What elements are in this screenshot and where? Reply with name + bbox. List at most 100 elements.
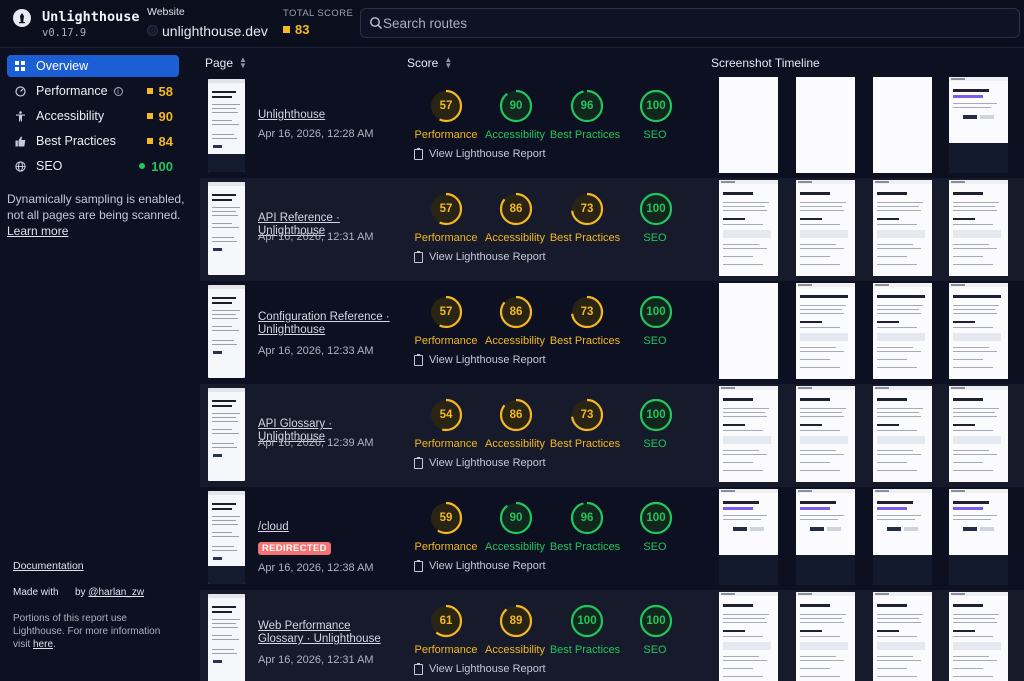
table-row[interactable]: Web Performance Glossary · Unlighthouse A… (200, 590, 1024, 681)
performance-score-gauge: 57 (429, 89, 463, 123)
scan-timestamp: Apr 16, 2026, 12:28 AM (258, 128, 374, 140)
sort-icon[interactable]: ▲ ▼ (239, 56, 247, 70)
view-lighthouse-report-link[interactable]: View Lighthouse Report (414, 662, 546, 675)
timeline-screenshot[interactable] (949, 77, 1008, 173)
help-icon[interactable]: i (113, 86, 123, 96)
route-title-link[interactable]: /cloud (258, 521, 393, 534)
timeline-screenshot[interactable] (796, 283, 855, 379)
score-value: 100 (646, 615, 666, 627)
page-thumbnail[interactable] (208, 182, 245, 275)
timeline-screenshot[interactable] (949, 180, 1008, 276)
accessibility-score-gauge: 90 (499, 501, 533, 535)
table-row[interactable]: API Reference · Unlighthouse Apr 16, 2026… (200, 178, 1024, 281)
sidebar-item-label: Accessibility (36, 109, 105, 123)
route-title-link[interactable]: Web Performance Glossary · Unlighthouse (258, 620, 393, 646)
score-value: 86 (509, 203, 523, 215)
learn-more-link[interactable]: Learn more (7, 224, 68, 238)
timeline-screenshot[interactable] (719, 77, 778, 173)
report-link-label: View Lighthouse Report (429, 457, 546, 469)
search-box[interactable] (360, 8, 1020, 38)
score-value: 73 (580, 409, 594, 421)
table-row[interactable]: API Glossary · Unlighthouse Apr 16, 2026,… (200, 384, 1024, 487)
report-link-label: View Lighthouse Report (429, 560, 546, 572)
timeline-screenshot[interactable] (949, 592, 1008, 681)
gauge-icon (15, 85, 29, 97)
portions-notice: Portions of this report use Lighthouse. … (13, 612, 173, 651)
timeline-screenshot[interactable] (796, 592, 855, 681)
route-title-link[interactable]: Configuration Reference · Unlighthouse (258, 311, 393, 337)
search-input[interactable] (383, 9, 1003, 37)
timeline-screenshot[interactable] (873, 592, 932, 681)
view-lighthouse-report-link[interactable]: View Lighthouse Report (414, 250, 546, 263)
timeline-screenshot[interactable] (873, 180, 932, 276)
performance-score-gauge: 57 (429, 192, 463, 226)
sampling-notice-text: Dynamically sampling is enabled, not all… (7, 192, 185, 222)
total-score-indicator (283, 26, 290, 33)
timeline-screenshot[interactable] (949, 283, 1008, 379)
sampling-notice: Dynamically sampling is enabled, not all… (7, 191, 187, 239)
timeline-screenshot[interactable] (719, 592, 778, 681)
timeline-screenshot[interactable] (949, 386, 1008, 482)
score-value: 100 (646, 512, 666, 524)
clipboard-icon (414, 662, 423, 675)
page-thumbnail[interactable] (208, 491, 245, 584)
sidebar-item-label: Best Practices (36, 134, 116, 148)
timeline-screenshot[interactable] (719, 386, 778, 482)
timeline-screenshot[interactable] (796, 489, 855, 585)
website-url[interactable]: unlighthouse.dev (162, 23, 268, 39)
table-row[interactable]: /cloud REDIRECTED Apr 16, 2026, 12:38 AM 59… (200, 487, 1024, 590)
column-header-score[interactable]: Score ▲ ▼ (407, 56, 452, 71)
page-thumbnail[interactable] (208, 388, 245, 481)
score-value: 73 (580, 203, 594, 215)
app-header: Unlighthouse v0.17.9 Website unlighthous… (0, 0, 1024, 48)
table-row[interactable]: Unlighthouse Apr 16, 2026, 12:28 AM 57 Perf… (200, 75, 1024, 178)
author-link[interactable]: @harlan_zw (88, 587, 144, 598)
timeline-screenshot[interactable] (719, 283, 778, 379)
page-thumbnail[interactable] (208, 285, 245, 378)
sort-icon[interactable]: ▲ ▼ (444, 56, 452, 70)
timeline-screenshot[interactable] (873, 283, 932, 379)
score-value: 96 (580, 100, 594, 112)
table-row[interactable]: Configuration Reference · Unlighthouse Ap… (200, 281, 1024, 384)
seo-score-gauge: 100 (639, 89, 673, 123)
view-lighthouse-report-link[interactable]: View Lighthouse Report (414, 353, 546, 366)
page-thumbnail[interactable] (208, 79, 245, 172)
lighthouse-info-link[interactable]: here (33, 639, 53, 650)
column-header-label: Screenshot Timeline (711, 56, 820, 70)
sidebar-item-overview[interactable]: Overview (7, 55, 179, 77)
timeline-screenshot[interactable] (949, 489, 1008, 585)
timeline-screenshot[interactable] (873, 77, 932, 173)
performance-score-gauge: 57 (429, 295, 463, 329)
scan-timestamp: Apr 16, 2026, 12:38 AM (258, 562, 374, 574)
sidebar-item-accessibility[interactable]: Accessibility 90 (7, 105, 179, 127)
timeline-screenshot[interactable] (796, 386, 855, 482)
timeline-screenshot[interactable] (873, 489, 932, 585)
lighthouse-logo-icon (13, 9, 31, 27)
score-value: 89 (509, 615, 523, 627)
timeline-screenshot[interactable] (796, 180, 855, 276)
score-value: 90 (509, 512, 523, 524)
score-value: 100 (577, 615, 597, 627)
score-value: 84 (158, 133, 173, 149)
sidebar-item-seo[interactable]: SEO 100 (7, 155, 179, 177)
timeline-screenshot[interactable] (796, 77, 855, 173)
view-lighthouse-report-link[interactable]: View Lighthouse Report (414, 559, 546, 572)
made-with-text: Made with (13, 587, 59, 598)
sidebar-item-performance[interactable]: Performance i 58 (7, 80, 179, 102)
grid-icon (15, 61, 29, 71)
view-lighthouse-report-link[interactable]: View Lighthouse Report (414, 147, 546, 160)
best-practices-score-gauge: 100 (570, 604, 604, 638)
column-header-page[interactable]: Page ▲ ▼ (205, 56, 247, 71)
page-thumbnail[interactable] (208, 594, 245, 681)
timeline-screenshot[interactable] (719, 180, 778, 276)
timeline-screenshot[interactable] (873, 386, 932, 482)
sidebar-item-best-practices[interactable]: Best Practices 84 (7, 130, 179, 152)
clipboard-icon (414, 559, 423, 572)
score-value: 100 (646, 100, 666, 112)
route-title-link[interactable]: Unlighthouse (258, 109, 393, 122)
timeline-screenshot[interactable] (719, 489, 778, 585)
view-lighthouse-report-link[interactable]: View Lighthouse Report (414, 456, 546, 469)
documentation-link[interactable]: Documentation (13, 560, 84, 572)
sidebar-item-label: Performance (36, 84, 108, 98)
portions-end: . (53, 639, 56, 650)
